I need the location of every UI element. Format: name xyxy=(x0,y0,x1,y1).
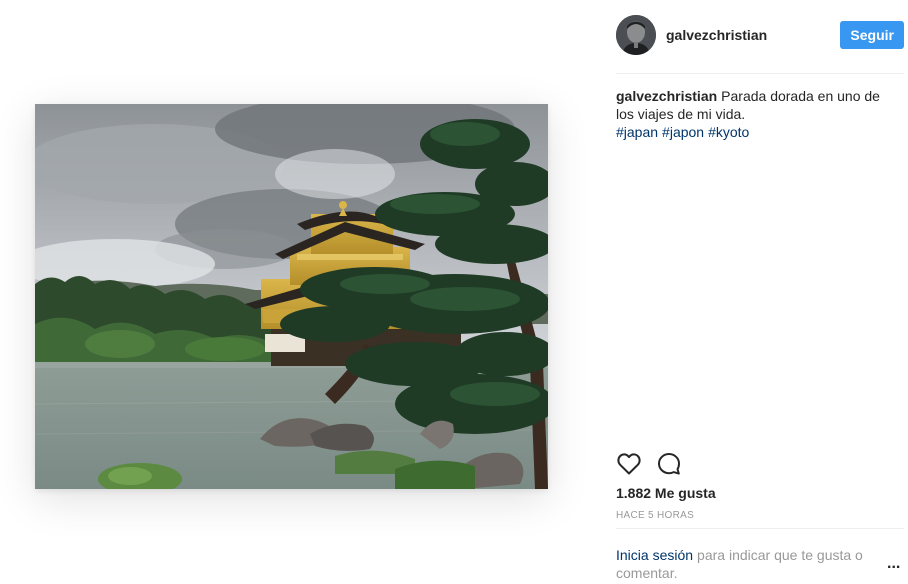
post-photo xyxy=(35,104,548,489)
post-image[interactable] xyxy=(35,104,548,489)
post-timestamp[interactable]: HACE 5 HORAS xyxy=(616,510,694,521)
login-prompt: Inicia sesión para indicar que te gusta o… xyxy=(616,546,884,582)
header-divider xyxy=(616,73,904,74)
post-actions xyxy=(616,451,682,477)
login-link[interactable]: Inicia sesión xyxy=(616,547,693,563)
footer-divider xyxy=(616,528,904,529)
hashtag-list: #japan #japon #kyoto xyxy=(616,123,886,141)
heart-icon[interactable] xyxy=(616,451,642,477)
avatar-icon xyxy=(616,15,656,55)
hashtag-link[interactable]: #japon xyxy=(662,124,704,140)
post-caption: galvezchristian Parada dorada en uno de l… xyxy=(616,87,886,141)
author-username[interactable]: galvezchristian xyxy=(666,27,767,43)
more-options-icon[interactable]: ... xyxy=(887,556,905,572)
post-sidebar: galvezchristian Seguir galvezchristian Pa… xyxy=(600,0,908,584)
caption-author[interactable]: galvezchristian xyxy=(616,88,717,104)
avatar[interactable] xyxy=(616,15,656,55)
hashtag-link[interactable]: #kyoto xyxy=(708,124,749,140)
comment-icon[interactable] xyxy=(656,451,682,477)
post-header: galvezchristian Seguir xyxy=(616,14,904,56)
hashtag-link[interactable]: #japan xyxy=(616,124,658,140)
follow-button[interactable]: Seguir xyxy=(840,21,904,49)
likes-count[interactable]: 1.882 Me gusta xyxy=(616,485,716,501)
